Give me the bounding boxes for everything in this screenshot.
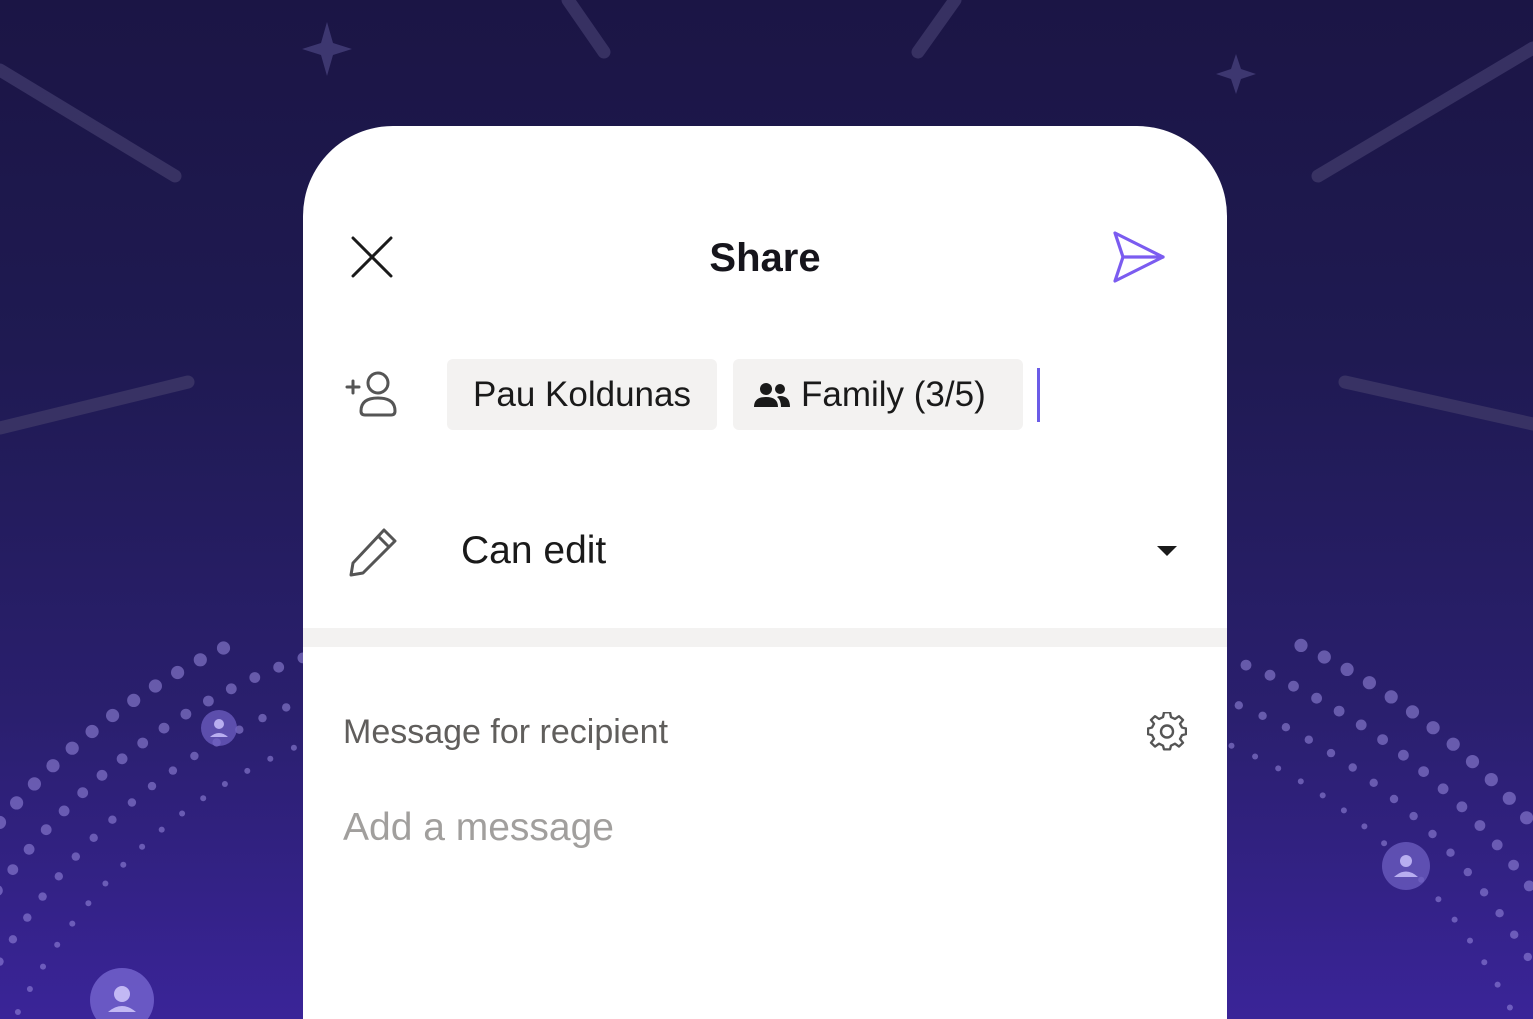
add-person-icon[interactable] [345, 370, 401, 420]
recipient-chip[interactable]: Pau Koldunas [447, 359, 717, 430]
message-label: Message for recipient [343, 713, 669, 751]
person-avatar-icon [201, 710, 237, 746]
person-avatar-icon [90, 968, 154, 1019]
permission-select[interactable]: Can edit [461, 526, 606, 576]
text-cursor[interactable] [1037, 368, 1040, 422]
people-group-icon [754, 382, 790, 407]
share-dialog: Share Pau Koldunas Family (3/5) Can edit… [303, 126, 1227, 1019]
message-input[interactable] [343, 802, 1143, 854]
gear-icon[interactable] [1147, 712, 1187, 752]
pencil-icon [349, 528, 397, 577]
caret-down-icon[interactable] [1155, 544, 1179, 558]
send-icon[interactable] [1109, 228, 1167, 286]
person-avatar-icon [1382, 842, 1430, 890]
recipient-chip-label: Family (3/5) [801, 374, 986, 414]
section-divider [303, 628, 1227, 647]
dialog-title: Share [709, 236, 821, 280]
recipient-chip-label: Pau Koldunas [473, 374, 691, 414]
recipient-chip[interactable]: Family (3/5) [733, 359, 1023, 430]
